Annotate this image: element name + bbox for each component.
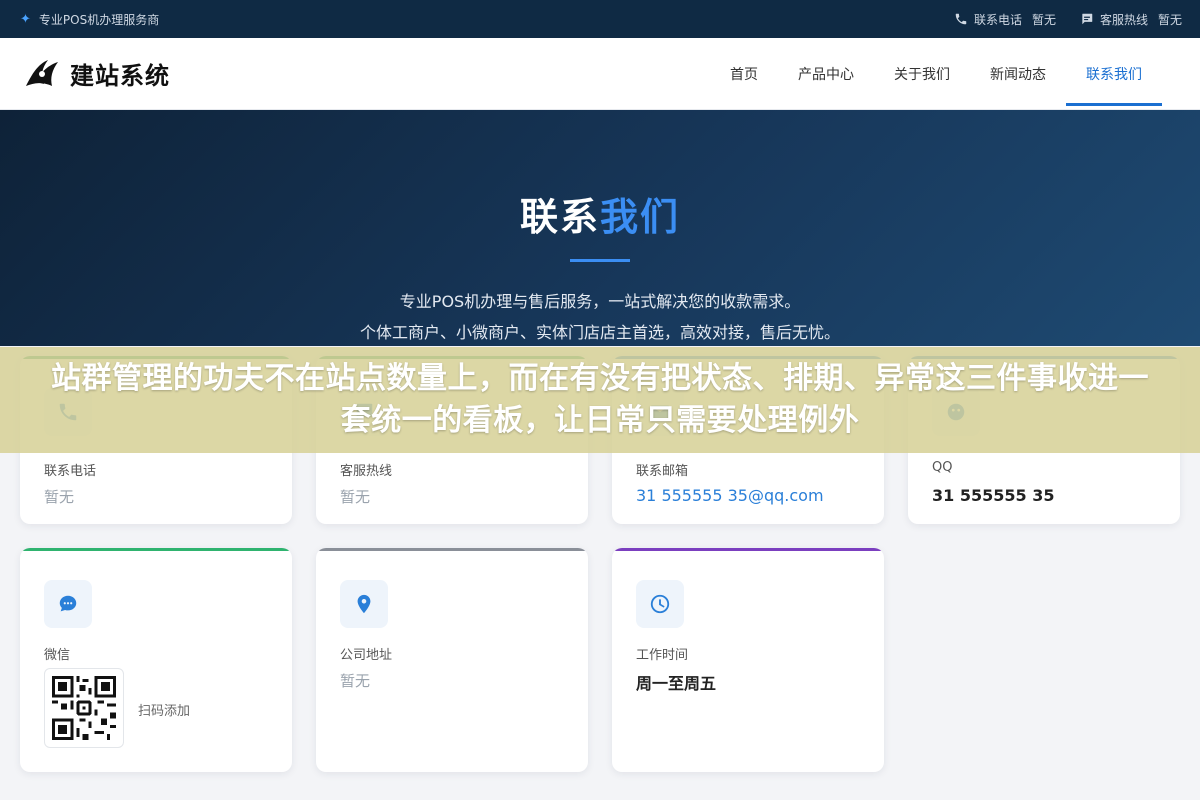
card-accent-line <box>20 548 292 551</box>
card-label: 客服热线 <box>340 464 393 479</box>
card-label: 联系电话 <box>44 464 97 479</box>
logo-text: 建站系统 <box>70 62 170 90</box>
card-value: 暂无 <box>44 488 75 506</box>
card-label: 公司地址 <box>340 648 393 663</box>
top-bar-left: ✦ 专业POS机办理服务商 <box>20 11 159 28</box>
card-icon-box <box>44 580 92 628</box>
top-hotline-label: 客服热线 <box>1099 12 1148 27</box>
hero-desc-line-2: 个体工商户、小微商户、实体门店店主首选，高效对接，售后无忧。 <box>359 323 840 342</box>
card-label: QQ <box>932 460 953 475</box>
top-phone-value: 暂无 <box>1031 12 1056 27</box>
site-header: 建站系统 首页 产品中心 关于我们 新闻动态 联系我们 <box>0 38 1200 110</box>
overlay-banner-text: 站群管理的功夫不在站点数量上，而在有没有把状态、排期、异常这三件事收进一套统一的… <box>51 361 1149 438</box>
email-link[interactable]: 31 555555 35@qq.com <box>636 486 824 505</box>
nav-item-products[interactable]: 产品中心 <box>778 38 874 110</box>
card-label: 微信 <box>44 648 71 663</box>
card-accent-line <box>612 548 884 551</box>
tagline: 专业POS机办理服务商 <box>38 12 160 27</box>
contact-cards-row-2: 微信 扫码添加 公司地址 暂无 工作时间 周一至周五 <box>20 548 884 772</box>
card-label: 工作时间 <box>636 648 689 663</box>
page-title-highlight: 我们 <box>600 195 681 239</box>
nav-item-about[interactable]: 关于我们 <box>874 38 970 110</box>
hero-desc-line-1: 专业POS机办理与售后服务，一站式解决您的收款需求。 <box>399 292 801 311</box>
title-underline <box>570 259 630 262</box>
top-hotline: 客服热线 暂无 <box>1080 11 1182 28</box>
main-nav: 首页 产品中心 关于我们 新闻动态 联系我们 <box>710 38 1162 110</box>
card-value: 周一至周五 <box>636 674 717 693</box>
nav-item-home[interactable]: 首页 <box>710 38 778 110</box>
card-accent-line <box>316 548 588 551</box>
logo-icon <box>26 59 58 86</box>
top-bar: ✦ 专业POS机办理服务商 联系电话 暂无 客服热线 暂无 <box>0 0 1200 38</box>
page-title: 联系我们 <box>0 186 1200 241</box>
location-icon <box>357 594 371 614</box>
card-value: 暂无 <box>340 672 371 690</box>
phone-icon <box>955 13 967 25</box>
card-address: 公司地址 暂无 <box>316 548 588 772</box>
chat-icon <box>1082 13 1093 25</box>
card-value: 31 555555 35 <box>932 486 1055 505</box>
logo[interactable]: 建站系统 <box>22 56 170 92</box>
hero-section: 联系我们 专业POS机办理与售后服务，一站式解决您的收款需求。 个体工商户、小微… <box>0 110 1200 346</box>
card-value: 暂无 <box>340 488 371 506</box>
qr-caption: 扫码添加 <box>138 704 191 719</box>
page-title-plain: 联系 <box>519 195 600 239</box>
wechat-qr-code <box>44 668 124 748</box>
card-hours: 工作时间 周一至周五 <box>612 548 884 772</box>
nav-item-news[interactable]: 新闻动态 <box>970 38 1066 110</box>
nav-item-contact[interactable]: 联系我们 <box>1066 38 1162 110</box>
top-phone-label: 联系电话 <box>973 12 1022 27</box>
card-label: 联系邮箱 <box>636 464 689 479</box>
card-wechat: 微信 扫码添加 <box>20 548 292 772</box>
hero-description: 专业POS机办理与售后服务，一站式解决您的收款需求。 个体工商户、小微商户、实体… <box>0 286 1200 348</box>
overlay-banner: 站群管理的功夫不在站点数量上，而在有没有把状态、排期、异常这三件事收进一套统一的… <box>0 347 1200 453</box>
card-icon-box <box>340 580 388 628</box>
qr-code-icon <box>52 676 116 740</box>
wechat-icon <box>59 595 77 612</box>
card-icon-box <box>636 580 684 628</box>
clock-icon <box>650 594 670 614</box>
top-bar-right: 联系电话 暂无 客服热线 暂无 <box>954 11 1182 28</box>
top-phone: 联系电话 暂无 <box>954 11 1056 28</box>
sparkle-icon: ✦ <box>20 11 31 27</box>
top-hotline-value: 暂无 <box>1157 12 1182 27</box>
